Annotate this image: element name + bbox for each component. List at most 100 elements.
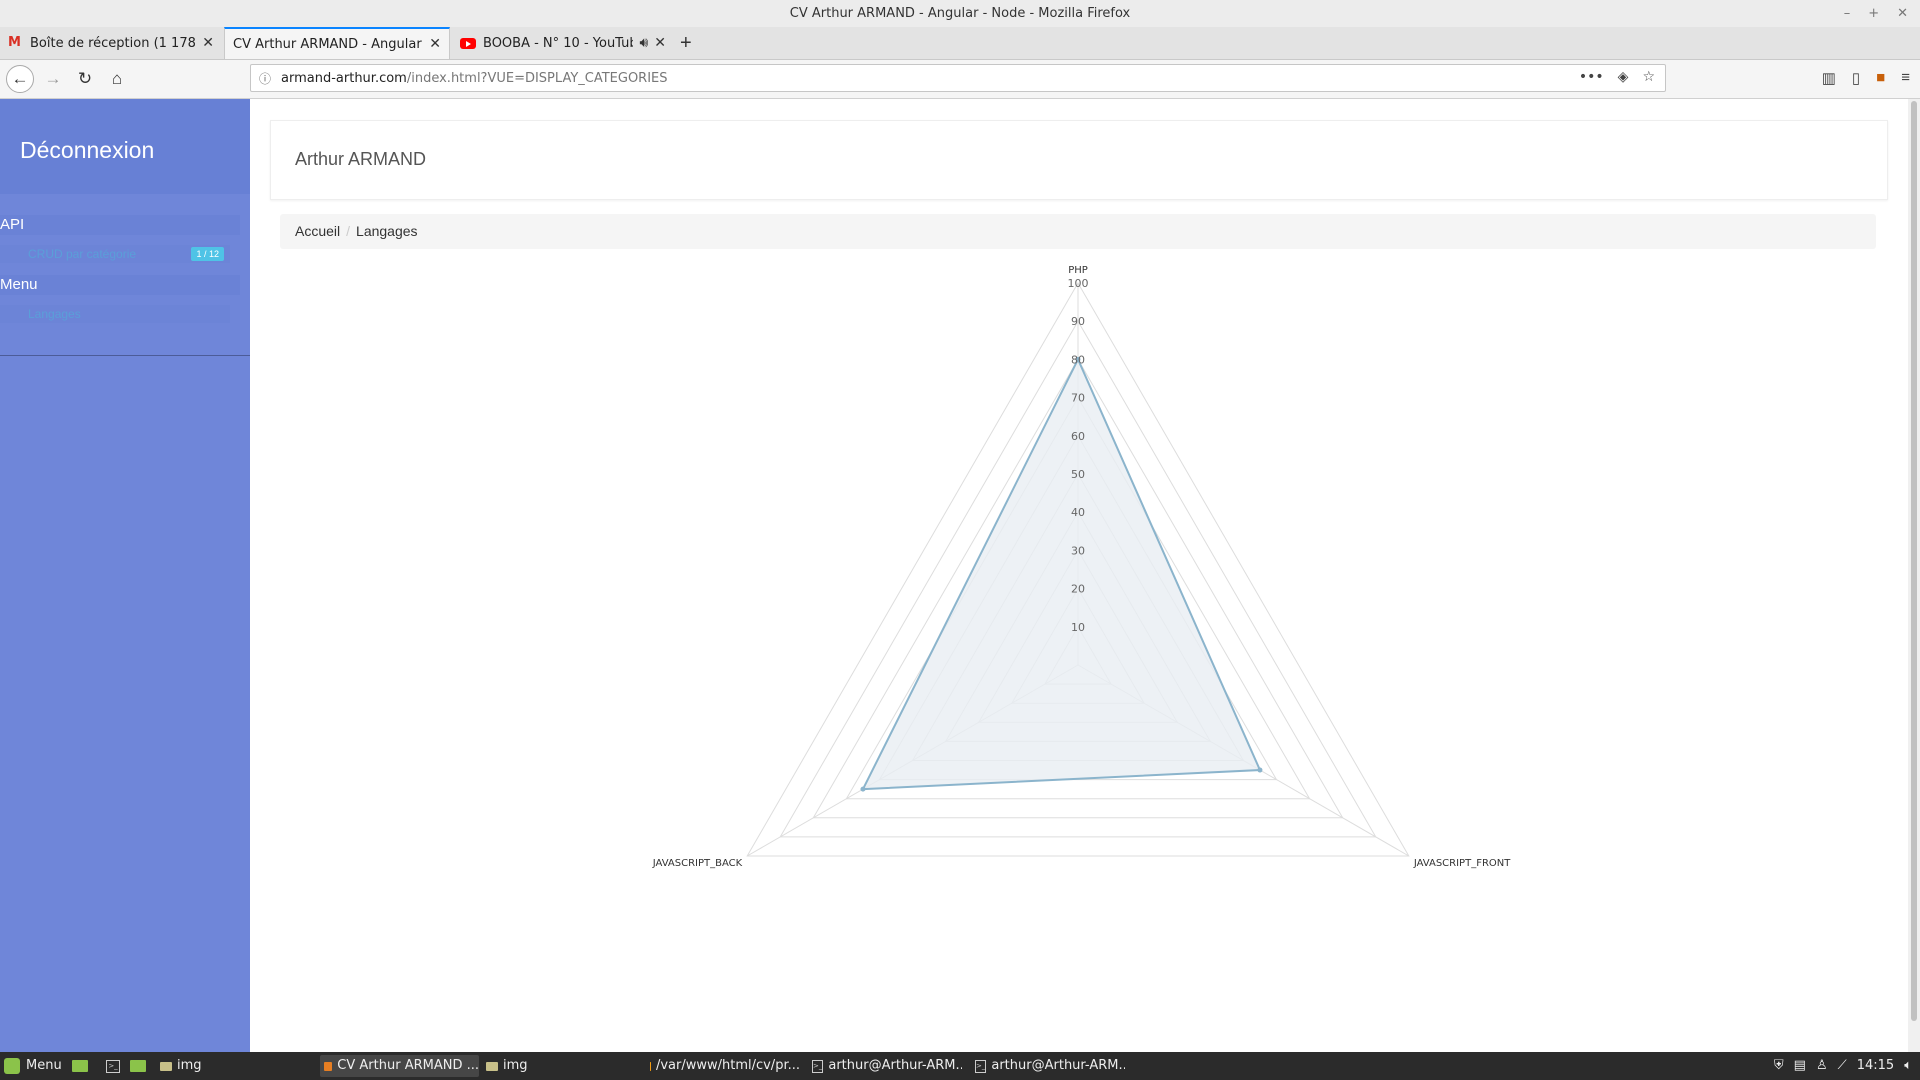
axis-spoke (746, 664, 1079, 857)
gmail-icon: M (8, 35, 21, 50)
sidebar-divider (0, 355, 250, 356)
taskbar-item-terminal-1[interactable]: >_ arthur@Arthur-ARM... (812, 1055, 962, 1077)
breadcrumb-current: Langages (356, 223, 418, 239)
data-area (861, 357, 1262, 791)
close-window-icon[interactable]: ✕ (1897, 0, 1908, 27)
folder-icon (160, 1061, 172, 1071)
taskbar-item-label: arthur@Arthur-ARM... (828, 1058, 962, 1073)
grid-ring (812, 358, 1344, 819)
clipboard-icon[interactable]: ▤ (1794, 1055, 1806, 1077)
speaker-icon[interactable]: 🔊︎ (639, 35, 648, 51)
taskbar: Menu >_ img CV Arthur ARMAND ... img /va… (0, 1052, 1920, 1080)
url-bar[interactable]: ⓘ armand-arthur.com /index.html?VUE=DISP… (250, 64, 1666, 92)
terminal-icon: >_ (975, 1059, 987, 1073)
data-point (1075, 356, 1081, 362)
taskbar-item-label: img (177, 1058, 202, 1073)
breadcrumb: Accueil / Langages (280, 214, 1876, 249)
sidebar-section-api[interactable]: API (0, 215, 240, 235)
grid-ring (944, 511, 1212, 742)
scroll-thumb[interactable] (1911, 101, 1917, 1021)
taskbar-item-img-2[interactable]: img (486, 1055, 636, 1077)
close-tab-icon[interactable]: ✕ (654, 35, 666, 51)
nav-bar: ← → ↻ ⌂ ⓘ armand-arthur.com /index.html?… (0, 60, 1920, 99)
sidebar-section-menu[interactable]: Menu (0, 275, 240, 295)
taskbar-item-label: img (503, 1058, 528, 1073)
grid-ring (977, 549, 1179, 723)
folder-icon (486, 1061, 498, 1071)
grid-ring (1044, 625, 1112, 685)
count-badge: 1 / 12 (191, 247, 224, 261)
shield-icon[interactable]: ⛨ (1774, 1055, 1784, 1077)
window-title-bar: CV Arthur ARMAND - Angular - Node - Mozi… (0, 0, 1920, 27)
sidebar-item-langages[interactable]: Langages (0, 305, 230, 323)
forward-button[interactable]: → (40, 66, 66, 92)
tick-label: 30 (1071, 544, 1085, 557)
logout-link[interactable]: Déconnexion (0, 99, 250, 194)
data-point (1257, 767, 1263, 773)
sidebar: Déconnexion API CRUD par catégorie 1 / 1… (0, 99, 250, 1052)
scrollbar[interactable] (1908, 99, 1920, 1052)
axis-spoke (1077, 664, 1410, 857)
start-menu-label: Menu (26, 1058, 62, 1073)
grid-ring (845, 396, 1311, 800)
data-point (860, 786, 866, 792)
back-button[interactable]: ← (6, 65, 34, 93)
sidebar-toggle-icon[interactable]: ▯ (1852, 69, 1860, 87)
breadcrumb-home[interactable]: Accueil (295, 223, 340, 239)
minimize-icon[interactable]: – (1844, 0, 1851, 27)
sidebar-item-crud[interactable]: CRUD par catégorie 1 / 12 (0, 245, 230, 263)
category-label: PHP (1068, 265, 1088, 276)
taskbar-item-img[interactable]: img (160, 1055, 310, 1077)
tick-label: 100 (1068, 277, 1089, 290)
volume-icon[interactable]: 🔈︎ (1904, 1055, 1912, 1077)
files-launcher-icon[interactable] (130, 1055, 151, 1077)
sublime-icon (650, 1061, 651, 1071)
terminal-icon: >_ (812, 1059, 824, 1073)
user-icon[interactable]: ♙ (1816, 1055, 1828, 1077)
reload-button[interactable]: ↻ (72, 66, 98, 92)
taskbar-item-terminal-2[interactable]: >_ arthur@Arthur-ARM... (975, 1055, 1125, 1077)
show-desktop-icon[interactable] (72, 1055, 93, 1077)
taskbar-item-sublime[interactable]: /var/www/html/cv/pr... (650, 1055, 800, 1077)
pocket-icon[interactable]: ◈ (1618, 69, 1629, 85)
clock[interactable]: 14:15 (1857, 1055, 1894, 1077)
category-label: JAVASCRIPT_FRONT (1413, 858, 1511, 869)
tick-label: 50 (1071, 468, 1085, 481)
tick-label: 80 (1071, 353, 1085, 366)
hamburger-menu-icon[interactable]: ≡ (1901, 69, 1910, 87)
close-tab-icon[interactable]: ✕ (202, 35, 214, 51)
taskbar-item-label: CV Arthur ARMAND ... (337, 1058, 479, 1073)
start-menu-button[interactable]: Menu (4, 1055, 62, 1077)
mint-logo-icon (4, 1058, 20, 1074)
page-actions-icon[interactable]: ••• (1579, 69, 1604, 85)
header-card: Arthur ARMAND (270, 120, 1888, 200)
maximize-icon[interactable]: + (1868, 0, 1879, 27)
tab-gmail[interactable]: M Boîte de réception (1 178) - ar ✕ (0, 27, 222, 59)
new-tab-button[interactable]: + (680, 27, 692, 59)
close-tab-icon[interactable]: ✕ (429, 36, 441, 52)
tab-youtube[interactable]: BOOBA - N° 10 - YouTube 🔊︎ ✕ (452, 27, 674, 59)
tick-label: 20 (1071, 583, 1085, 596)
taskbar-item-firefox[interactable]: CV Arthur ARMAND ... (320, 1055, 479, 1077)
tick-label: 60 (1071, 430, 1085, 443)
network-icon[interactable]: ⟋ (1838, 1055, 1847, 1077)
tab-label: BOOBA - N° 10 - YouTube (483, 35, 634, 51)
bookmark-star-icon[interactable]: ☆ (1642, 69, 1655, 85)
home-button[interactable]: ⌂ (104, 66, 130, 92)
library-icon[interactable]: ▥ (1822, 69, 1836, 87)
extension-icon[interactable]: ■ (1876, 69, 1885, 87)
tick-label: 70 (1071, 392, 1085, 405)
page-title: Arthur ARMAND (295, 149, 427, 169)
system-tray: ⛨ ▤ ♙ ⟋ 14:15 🔈︎ (1774, 1055, 1912, 1077)
sidebar-item-label: CRUD par catégorie (28, 247, 137, 261)
tick-label: 10 (1071, 621, 1085, 634)
youtube-icon (460, 37, 476, 49)
terminal-launcher-icon[interactable]: >_ (106, 1055, 125, 1077)
taskbar-item-label: arthur@Arthur-ARM... (991, 1058, 1125, 1073)
grid-ring (1010, 587, 1146, 704)
tab-label: CV Arthur ARMAND - Angular - No (233, 36, 423, 52)
grid-ring (878, 434, 1278, 781)
info-icon[interactable]: ⓘ (259, 70, 271, 87)
tab-cv[interactable]: CV Arthur ARMAND - Angular - No ✕ (224, 27, 450, 59)
window-title: CV Arthur ARMAND - Angular - Node - Mozi… (789, 6, 1131, 21)
